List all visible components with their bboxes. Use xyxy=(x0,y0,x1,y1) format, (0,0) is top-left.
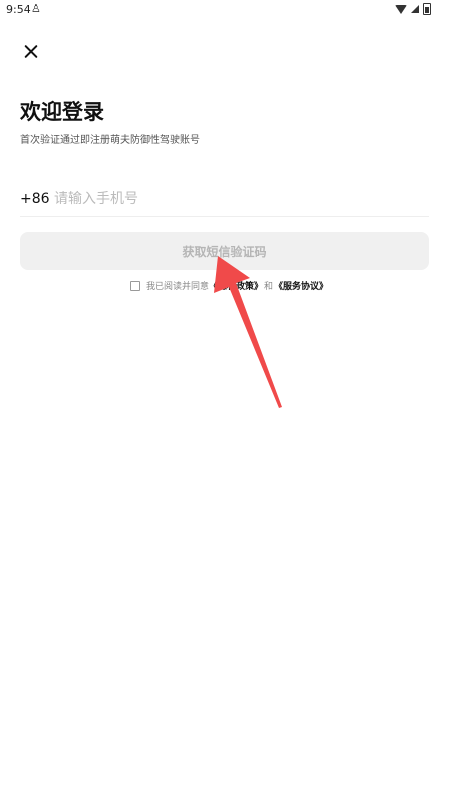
battery-icon xyxy=(423,3,431,15)
get-sms-code-button[interactable]: 获取短信验证码 xyxy=(20,232,429,270)
country-code[interactable]: +86 xyxy=(20,191,54,207)
wifi-icon xyxy=(395,4,407,14)
agreement-row: 我已阅读并同意 《隐私政策》 和 《服务协议》 xyxy=(130,279,328,292)
close-icon[interactable] xyxy=(18,40,44,66)
agreement-text: 我已阅读并同意 xyxy=(146,282,210,292)
service-agreement-link[interactable]: 《服务协议》 xyxy=(274,279,328,292)
status-time: 9:54 xyxy=(6,3,31,16)
agreement-checkbox[interactable] xyxy=(130,280,140,291)
page-subtitle: 首次验证通过即注册萌夫防御性驾驶账号 xyxy=(20,135,200,146)
status-icons xyxy=(395,3,431,15)
signal-icon xyxy=(411,5,419,13)
status-bar: 9:54 ♙ xyxy=(0,0,449,20)
person-icon: ♙ xyxy=(31,2,41,15)
page-title: 欢迎登录 xyxy=(20,100,104,124)
agreement-and: 和 xyxy=(264,282,274,292)
phone-input-row: +86 xyxy=(20,182,429,217)
privacy-policy-link[interactable]: 《隐私政策》 xyxy=(209,279,263,292)
phone-number-input[interactable] xyxy=(54,191,384,207)
